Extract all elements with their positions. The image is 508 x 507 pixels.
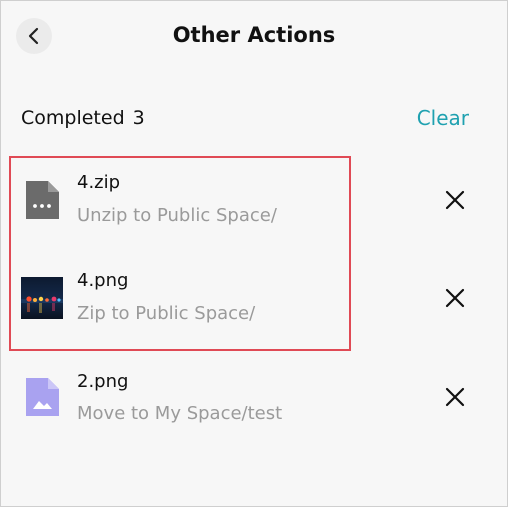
list-item[interactable]: 4.zip Unzip to Public Space/ xyxy=(1,161,507,251)
file-action: Move to My Space/test xyxy=(77,403,283,424)
clear-button[interactable]: Clear xyxy=(417,106,469,130)
file-action: Unzip to Public Space/ xyxy=(77,205,277,226)
list-item[interactable]: 4.png Zip to Public Space/ xyxy=(1,259,507,349)
file-name: 2.png xyxy=(77,371,129,392)
close-icon xyxy=(445,288,465,308)
remove-button[interactable] xyxy=(437,182,473,218)
section-title-label: Completed xyxy=(21,107,125,129)
remove-button[interactable] xyxy=(437,280,473,316)
completed-count: 3 xyxy=(132,107,145,129)
page-title: Other Actions xyxy=(172,23,336,47)
image-file-icon xyxy=(21,376,63,418)
close-icon xyxy=(445,190,465,210)
remove-button[interactable] xyxy=(437,379,473,415)
section-header: Completed 3 Clear xyxy=(1,101,507,137)
file-name: 4.png xyxy=(77,270,129,291)
section-title: Completed 3 xyxy=(21,107,145,129)
file-action: Zip to Public Space/ xyxy=(77,303,256,324)
header: Other Actions xyxy=(1,1,507,73)
close-icon xyxy=(445,387,465,407)
list-item[interactable]: 2.png Move to My Space/test xyxy=(1,361,507,451)
file-name: 4.zip xyxy=(77,172,121,193)
screen: Other Actions Completed 3 Clear 4.zip Unz… xyxy=(0,0,508,507)
zip-file-icon xyxy=(21,179,63,221)
image-thumbnail xyxy=(21,277,63,319)
